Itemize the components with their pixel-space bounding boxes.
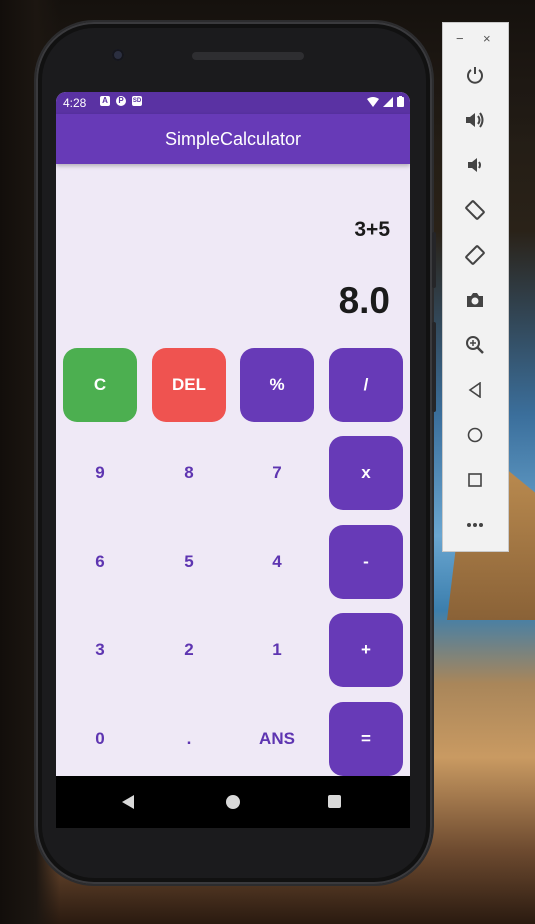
delete-button[interactable]: DEL — [152, 348, 226, 422]
expression-display: 3+5 — [354, 218, 390, 241]
overview-icon[interactable] — [463, 468, 487, 492]
volume-down-icon[interactable] — [463, 153, 487, 177]
digit-2-button[interactable]: 2 — [152, 613, 226, 687]
status-time: 4:28 — [63, 96, 87, 110]
app-screen: 4:28 A P SD SimpleCalculator 3+5 8.0 C D… — [56, 92, 410, 776]
decimal-point-button[interactable]: . — [152, 702, 226, 776]
cell-signal-icon — [383, 96, 393, 107]
earpiece-speaker — [192, 52, 304, 60]
wifi-icon — [367, 96, 379, 107]
ans-button[interactable]: ANS — [240, 702, 314, 776]
minimize-window-button[interactable]: − — [456, 31, 464, 46]
camera-icon[interactable] — [463, 288, 487, 312]
equals-button[interactable]: = — [329, 702, 403, 776]
digit-0-button[interactable]: 0 — [63, 702, 137, 776]
emulator-toolbar: − × — [442, 22, 509, 552]
nav-back-icon[interactable] — [122, 795, 134, 809]
sd-card-notification-icon: SD — [132, 96, 142, 106]
system-status-icons — [367, 96, 404, 107]
home-icon[interactable] — [463, 423, 487, 447]
volume-button[interactable] — [432, 232, 436, 288]
result-display: 8.0 — [338, 280, 390, 321]
digit-1-button[interactable]: 1 — [240, 613, 314, 687]
digit-7-button[interactable]: 7 — [240, 436, 314, 510]
digit-9-button[interactable]: 9 — [63, 436, 137, 510]
digit-3-button[interactable]: 3 — [63, 613, 137, 687]
volume-up-icon[interactable] — [463, 108, 487, 132]
power-button[interactable] — [432, 322, 436, 412]
digit-8-button[interactable]: 8 — [152, 436, 226, 510]
digit-5-button[interactable]: 5 — [152, 525, 226, 599]
more-icon[interactable] — [463, 513, 487, 537]
phone-frame: 4:28 A P SD SimpleCalculator 3+5 8.0 C D… — [36, 22, 436, 884]
zoom-icon[interactable] — [463, 333, 487, 357]
digit-4-button[interactable]: 4 — [240, 525, 314, 599]
power-icon[interactable] — [463, 63, 487, 87]
divide-button[interactable]: / — [329, 348, 403, 422]
digit-6-button[interactable]: 6 — [63, 525, 137, 599]
accessibility-notification-icon: A — [100, 96, 110, 106]
close-window-button[interactable]: × — [483, 31, 491, 46]
app-title: SimpleCalculator — [164, 128, 302, 149]
rotate-right-icon[interactable] — [463, 243, 487, 267]
minus-button[interactable]: - — [329, 525, 403, 599]
front-camera — [112, 49, 124, 61]
app-bar: SimpleCalculator — [56, 114, 410, 164]
clear-button[interactable]: C — [63, 348, 137, 422]
battery-icon — [397, 96, 404, 107]
notification-icons: A P SD — [100, 96, 142, 106]
play-protect-notification-icon: P — [116, 96, 126, 106]
rotate-left-icon[interactable] — [463, 198, 487, 222]
nav-home-icon[interactable] — [226, 795, 240, 809]
navigation-bar — [56, 776, 410, 828]
back-icon[interactable] — [463, 378, 487, 402]
percent-button[interactable]: % — [240, 348, 314, 422]
plus-button[interactable]: + — [329, 613, 403, 687]
multiply-button[interactable]: x — [329, 436, 403, 510]
nav-recents-icon[interactable] — [328, 795, 341, 808]
status-bar: 4:28 A P SD — [56, 92, 410, 114]
